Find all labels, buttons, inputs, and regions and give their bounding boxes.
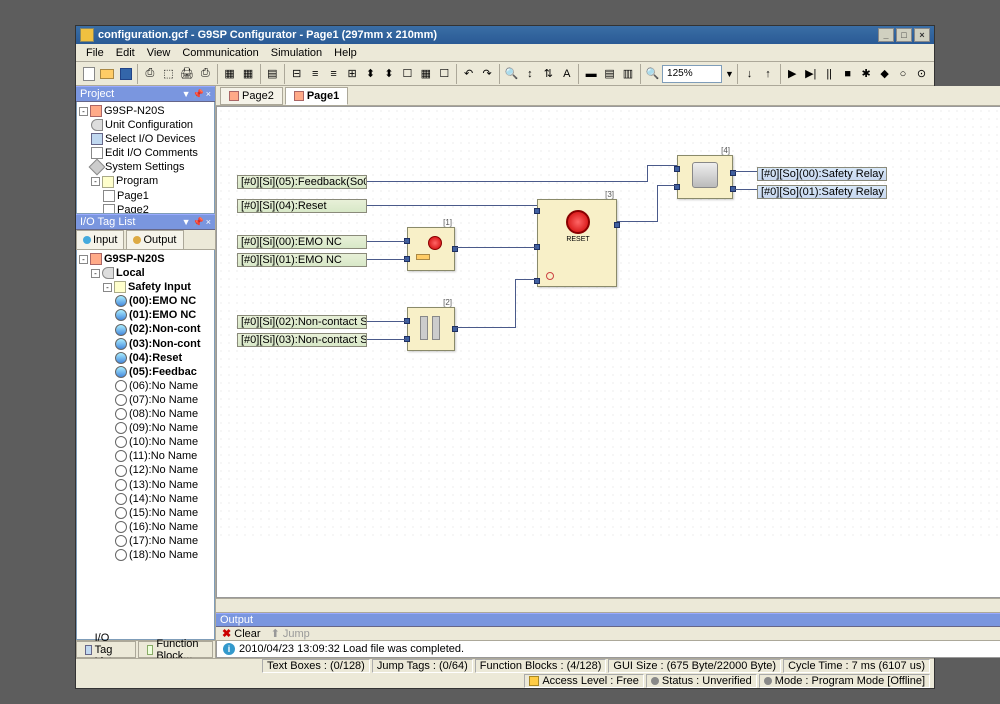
new-button[interactable]: [80, 64, 97, 84]
status-access: Access Level : Free: [524, 674, 644, 688]
status-bar: Text Boxes : (0/128) Jump Tags : (0/64) …: [76, 658, 934, 688]
find-button[interactable]: 🔍: [503, 64, 520, 84]
input-tag-feedback[interactable]: [#0][Si](05):Feedback(So0): [237, 175, 367, 189]
tb-btn-b1[interactable]: ↕: [521, 64, 538, 84]
menu-simulation[interactable]: Simulation: [265, 45, 328, 61]
maximize-button[interactable]: □: [896, 28, 912, 42]
tab-page2[interactable]: Page2: [220, 87, 283, 105]
info-icon: i: [223, 643, 235, 655]
tab-output[interactable]: Output: [126, 230, 183, 249]
input-tag-sw1[interactable]: [#0][Si](03):Non-contact Swit...: [237, 333, 367, 347]
status-textboxes: Text Boxes : (0/128): [262, 659, 370, 673]
tb-btn-10[interactable]: ▤: [264, 64, 281, 84]
output-tag-relay1[interactable]: [#0][So](01):Safety Relay: [757, 185, 887, 199]
pause-button[interactable]: ||: [820, 64, 837, 84]
zoom-combo[interactable]: [662, 65, 722, 83]
tb-btn-text[interactable]: A: [558, 64, 575, 84]
status-cycletime: Cycle Time : 7 ms (6107 us): [783, 659, 930, 673]
bottom-tab-fb[interactable]: Function Block...: [138, 641, 213, 658]
redo-button[interactable]: ↷: [478, 64, 495, 84]
output-clear[interactable]: ✖ Clear: [222, 627, 261, 640]
project-close-icon[interactable]: ×: [206, 89, 211, 100]
stop-button[interactable]: ■: [839, 64, 856, 84]
tb-btn-a6[interactable]: ⬍: [380, 64, 397, 84]
menu-bar: File Edit View Communication Simulation …: [76, 44, 934, 62]
tb-btn-7[interactable]: ⎙: [197, 64, 214, 84]
iotag-pin-icon[interactable]: 📌: [193, 217, 204, 228]
title-bar: configuration.gcf - G9SP Configurator - …: [76, 26, 934, 44]
zoom-fit-button[interactable]: 🔍: [644, 64, 661, 84]
main-toolbar: ⎙ ⬚ 🖨 ⎙ ▦ ▦ ▤ ⊟ ≡ ≡ ⊞ ⬍ ⬍ ☐ ▦ ☐ ↶ ↷ 🔍 ↕ …: [76, 62, 934, 86]
tb-btn-e4[interactable]: ⊙: [913, 64, 930, 84]
tb-btn-c3[interactable]: ▥: [619, 64, 636, 84]
tb-btn-c1[interactable]: ▬: [582, 64, 599, 84]
status-status: Status : Unverified: [646, 674, 757, 688]
app-icon: [80, 28, 94, 42]
tb-btn-a1[interactable]: ⊟: [288, 64, 305, 84]
project-tree[interactable]: -G9SP-N20S Unit Configuration Select I/O…: [76, 102, 215, 214]
menu-communication[interactable]: Communication: [176, 45, 264, 61]
close-button[interactable]: ×: [914, 28, 930, 42]
tb-btn-c2[interactable]: ▤: [601, 64, 618, 84]
output-jump[interactable]: ⬆ Jump: [271, 627, 310, 640]
menu-view[interactable]: View: [141, 45, 177, 61]
tab-page1[interactable]: Page1: [285, 87, 348, 105]
menu-file[interactable]: File: [80, 45, 110, 61]
tb-btn-4[interactable]: ⎙: [141, 64, 158, 84]
input-tag-emo1[interactable]: [#0][Si](01):EMO NC: [237, 253, 367, 267]
step-button[interactable]: ▶|: [802, 64, 819, 84]
output-log: i 2010/04/23 13:09:32 Load file was comp…: [216, 641, 1000, 658]
tb-btn-a8[interactable]: ▦: [417, 64, 434, 84]
page-tabs: Page2 Page1 ▼×: [216, 86, 1000, 106]
open-button[interactable]: [98, 64, 115, 84]
tb-btn-e1[interactable]: ✱: [857, 64, 874, 84]
tb-btn-5[interactable]: ⬚: [160, 64, 177, 84]
iotag-close-icon[interactable]: ×: [206, 217, 211, 228]
input-tag-emo0[interactable]: [#0][Si](00):EMO NC: [237, 235, 367, 249]
iotag-panel-header: I/O Tag List ▼📌×: [76, 214, 215, 230]
tb-btn-a3[interactable]: ≡: [325, 64, 342, 84]
status-guisize: GUI Size : (675 Byte/22000 Byte): [608, 659, 781, 673]
menu-help[interactable]: Help: [328, 45, 363, 61]
fb-reset[interactable]: [3] RESET: [537, 199, 617, 287]
project-panel-header: Project ▼📌×: [76, 86, 215, 102]
tb-btn-a5[interactable]: ⬍: [362, 64, 379, 84]
tb-btn-a4[interactable]: ⊞: [343, 64, 360, 84]
fb-noncontact[interactable]: [2]: [407, 307, 455, 351]
canvas-hscroll[interactable]: [216, 598, 1000, 612]
output-tag-relay0[interactable]: [#0][So](00):Safety Relay: [757, 167, 887, 181]
print-button[interactable]: 🖨: [178, 64, 195, 84]
iotag-tree[interactable]: -G9SP-N20S -Local -Safety Input (00):EMO…: [76, 250, 215, 640]
input-tag-sw0[interactable]: [#0][Si](02):Non-contact Swit...: [237, 315, 367, 329]
window-title: configuration.gcf - G9SP Configurator - …: [98, 29, 437, 41]
minimize-button[interactable]: _: [878, 28, 894, 42]
fb-emo[interactable]: [1]: [407, 227, 455, 271]
undo-button[interactable]: ↶: [460, 64, 477, 84]
project-pin-icon[interactable]: 📌: [193, 89, 204, 100]
save-button[interactable]: [117, 64, 134, 84]
tb-btn-9[interactable]: ▦: [239, 64, 256, 84]
menu-edit[interactable]: Edit: [110, 45, 141, 61]
status-jumptags: Jump Tags : (0/64): [372, 659, 473, 673]
tb-btn-d2[interactable]: ↑: [759, 64, 776, 84]
tb-btn-e3[interactable]: ○: [894, 64, 911, 84]
tb-btn-b2[interactable]: ⇅: [540, 64, 557, 84]
status-fblocks: Function Blocks : (4/128): [475, 659, 607, 673]
play-button[interactable]: ▶: [784, 64, 801, 84]
fb-edm[interactable]: [4]: [677, 155, 733, 199]
tb-btn-a9[interactable]: ☐: [436, 64, 453, 84]
tab-input[interactable]: Input: [76, 230, 124, 249]
canvas-area[interactable]: [#0][Si](05):Feedback(So0) [#0][Si](04):…: [216, 106, 1000, 598]
bottom-tab-iotag[interactable]: I/O Tag List: [76, 641, 136, 658]
tb-btn-a7[interactable]: ☐: [399, 64, 416, 84]
project-dropdown-icon[interactable]: ▼: [182, 89, 191, 100]
tb-btn-d1[interactable]: ↓: [741, 64, 758, 84]
tb-btn-a2[interactable]: ≡: [306, 64, 323, 84]
status-mode: Mode : Program Mode [Offline]: [759, 674, 930, 688]
iotag-dropdown-icon[interactable]: ▼: [182, 217, 191, 228]
output-panel-header: Output ▼📌×: [216, 613, 1000, 627]
tb-btn-e2[interactable]: ◆: [876, 64, 893, 84]
tb-btn-8[interactable]: ▦: [221, 64, 238, 84]
input-tag-reset[interactable]: [#0][Si](04):Reset: [237, 199, 367, 213]
